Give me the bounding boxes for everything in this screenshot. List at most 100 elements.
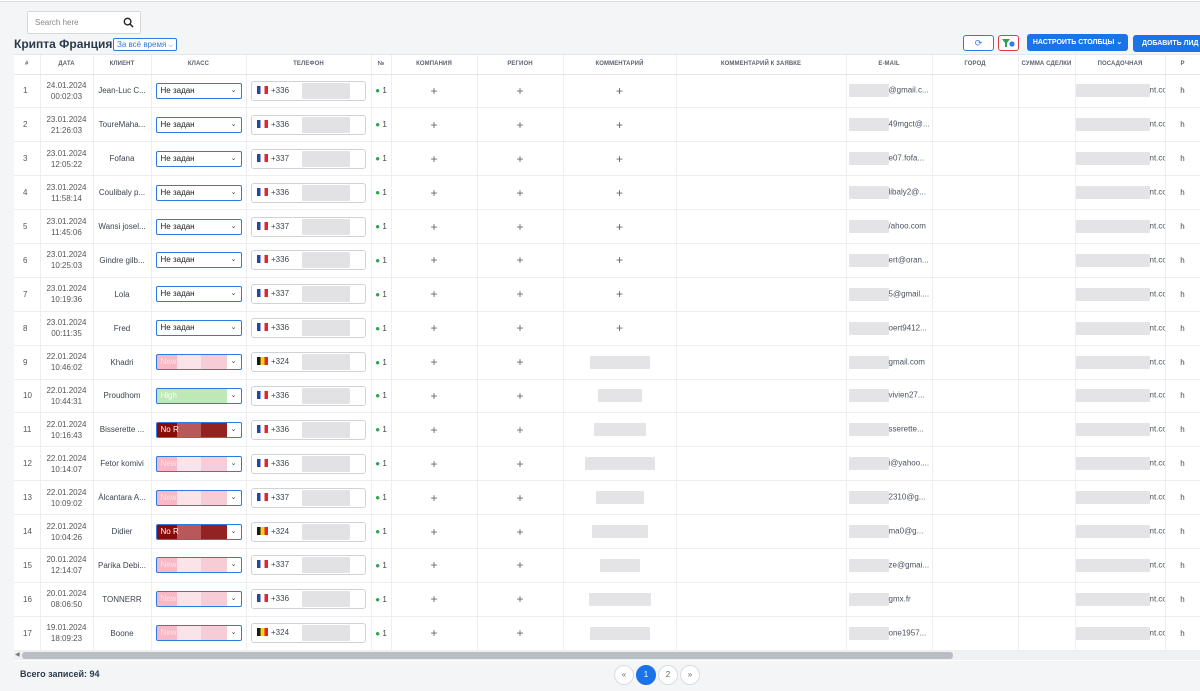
add-cell[interactable]: + bbox=[477, 311, 564, 346]
comment-cell[interactable] bbox=[563, 616, 677, 651]
client-name[interactable]: Fetor komivi bbox=[93, 446, 152, 482]
city-cell[interactable] bbox=[932, 243, 1019, 278]
comment-cell[interactable] bbox=[563, 446, 677, 482]
comment-cell[interactable] bbox=[563, 345, 677, 380]
city-cell[interactable] bbox=[932, 480, 1019, 516]
add-cell[interactable]: + bbox=[391, 243, 478, 278]
add-cell[interactable]: + bbox=[477, 141, 564, 177]
table-row[interactable]: 10 22.01.2024 10:44:31 Proudhom High ⌄ +336 ● 1… bbox=[14, 379, 1200, 414]
add-cell[interactable]: + bbox=[477, 277, 564, 312]
city-cell[interactable] bbox=[932, 107, 1019, 143]
table-row[interactable]: 5 23.01.2024 11:45:06 Wansi josel... Не зада… bbox=[14, 209, 1200, 244]
add-cell[interactable]: + bbox=[391, 74, 478, 109]
deal-sum-cell[interactable] bbox=[1018, 277, 1076, 312]
plus-icon[interactable]: + bbox=[430, 457, 437, 471]
class-select[interactable]: High ⌄ bbox=[155, 387, 242, 404]
add-cell[interactable]: + bbox=[391, 548, 478, 583]
add-cell[interactable]: + bbox=[477, 582, 564, 617]
plus-icon[interactable]: + bbox=[430, 355, 437, 369]
plus-icon[interactable]: + bbox=[430, 118, 437, 132]
refresh-button[interactable]: ⟳ bbox=[963, 35, 994, 51]
table-row[interactable]: 4 23.01.2024 11:58:14 Coulibaly p... Не зада… bbox=[14, 175, 1200, 211]
deal-sum-cell[interactable] bbox=[1018, 379, 1076, 414]
table-row[interactable]: 12 22.01.2024 10:14:07 Fetor komivi New ⌄ +336… bbox=[14, 446, 1200, 482]
phone-field[interactable]: +337 bbox=[251, 284, 366, 305]
add-cell[interactable]: + bbox=[391, 141, 478, 177]
add-cell[interactable]: + bbox=[477, 243, 564, 278]
search-input[interactable] bbox=[35, 18, 123, 27]
city-cell[interactable] bbox=[932, 379, 1019, 414]
plus-icon[interactable]: + bbox=[616, 287, 623, 301]
add-cell[interactable]: + bbox=[391, 311, 478, 346]
column-header[interactable]: # bbox=[14, 55, 41, 75]
horizontal-scrollbar[interactable]: ◀ bbox=[14, 651, 1200, 660]
client-name[interactable]: Boone bbox=[93, 616, 152, 651]
plus-icon[interactable]: + bbox=[516, 220, 523, 234]
plus-icon[interactable]: + bbox=[516, 118, 523, 132]
plus-icon[interactable]: + bbox=[516, 321, 523, 335]
client-name[interactable]: Khadri bbox=[93, 345, 152, 380]
plus-icon[interactable]: + bbox=[516, 525, 523, 539]
add-cell[interactable]: + bbox=[477, 480, 564, 516]
city-cell[interactable] bbox=[932, 74, 1019, 109]
deal-sum-cell[interactable] bbox=[1018, 243, 1076, 278]
plus-icon[interactable]: + bbox=[616, 152, 623, 166]
client-name[interactable]: Gindre gilb... bbox=[93, 243, 152, 278]
plus-icon[interactable]: + bbox=[616, 84, 623, 98]
city-cell[interactable] bbox=[932, 548, 1019, 583]
deal-sum-cell[interactable] bbox=[1018, 548, 1076, 583]
phone-field[interactable]: +337 bbox=[251, 148, 366, 169]
request-comment-cell[interactable] bbox=[676, 616, 847, 651]
column-header[interactable]: РЕГИОН bbox=[477, 55, 564, 75]
column-header[interactable]: ГОРОД bbox=[932, 55, 1019, 75]
table-row[interactable]: 11 22.01.2024 10:16:43 Bisserette ... No R ⌄ +… bbox=[14, 412, 1200, 448]
add-cell[interactable]: + bbox=[477, 616, 564, 651]
plus-icon[interactable]: + bbox=[516, 592, 523, 606]
add-cell[interactable]: + bbox=[391, 277, 478, 312]
class-select[interactable]: New ⌄ bbox=[155, 625, 242, 642]
deal-sum-cell[interactable] bbox=[1018, 345, 1076, 380]
request-comment-cell[interactable] bbox=[676, 74, 847, 109]
table-row[interactable]: 14 22.01.2024 10:04:26 Didier No R ⌄ +324 ● 1 + +… bbox=[14, 514, 1200, 549]
table-row[interactable]: 17 19.01.2024 18:09:23 Boone New ⌄ +324 ● 1 + + on… bbox=[14, 616, 1200, 651]
add-cell[interactable]: + bbox=[391, 480, 478, 516]
scroll-left-icon[interactable]: ◀ bbox=[15, 651, 20, 658]
add-cell[interactable]: + bbox=[391, 616, 478, 651]
column-header[interactable]: ТЕЛЕФОН bbox=[246, 55, 372, 75]
plus-icon[interactable]: + bbox=[430, 84, 437, 98]
add-cell[interactable]: + bbox=[563, 243, 677, 278]
request-comment-cell[interactable] bbox=[676, 141, 847, 177]
add-cell[interactable]: + bbox=[391, 209, 478, 244]
search-box[interactable] bbox=[27, 11, 141, 34]
comment-cell[interactable] bbox=[563, 379, 677, 414]
column-header[interactable]: Р bbox=[1165, 55, 1200, 75]
plus-icon[interactable]: + bbox=[516, 491, 523, 505]
plus-icon[interactable]: + bbox=[516, 253, 523, 267]
class-select[interactable]: Не задан ⌄ bbox=[155, 82, 242, 99]
deal-sum-cell[interactable] bbox=[1018, 175, 1076, 211]
class-select[interactable]: Не задан ⌄ bbox=[155, 218, 242, 235]
request-comment-cell[interactable] bbox=[676, 311, 847, 346]
add-cell[interactable]: + bbox=[477, 345, 564, 380]
client-name[interactable]: ToureMaha... bbox=[93, 107, 152, 143]
client-name[interactable]: Bisserette ... bbox=[93, 412, 152, 448]
phone-field[interactable]: +336 bbox=[251, 589, 366, 610]
request-comment-cell[interactable] bbox=[676, 345, 847, 380]
phone-field[interactable]: +337 bbox=[251, 216, 366, 237]
plus-icon[interactable]: + bbox=[430, 287, 437, 301]
request-comment-cell[interactable] bbox=[676, 514, 847, 549]
table-row[interactable]: 7 23.01.2024 10:19:36 Lola Не задан ⌄ +337 ● 1 +… bbox=[14, 277, 1200, 312]
phone-field[interactable]: +337 bbox=[251, 487, 366, 508]
table-row[interactable]: 6 23.01.2024 10:25:03 Gindre gilb... Не зада… bbox=[14, 243, 1200, 278]
class-select[interactable]: No R ⌄ bbox=[155, 523, 242, 540]
filter-button[interactable] bbox=[998, 35, 1019, 51]
column-header[interactable]: КЛАСС bbox=[151, 55, 247, 75]
deal-sum-cell[interactable] bbox=[1018, 141, 1076, 177]
deal-sum-cell[interactable] bbox=[1018, 412, 1076, 448]
request-comment-cell[interactable] bbox=[676, 412, 847, 448]
column-header[interactable]: ДАТА bbox=[40, 55, 94, 75]
class-select[interactable]: New ⌄ bbox=[155, 591, 242, 608]
client-name[interactable]: Didier bbox=[93, 514, 152, 549]
comment-cell[interactable] bbox=[563, 412, 677, 448]
deal-sum-cell[interactable] bbox=[1018, 582, 1076, 617]
